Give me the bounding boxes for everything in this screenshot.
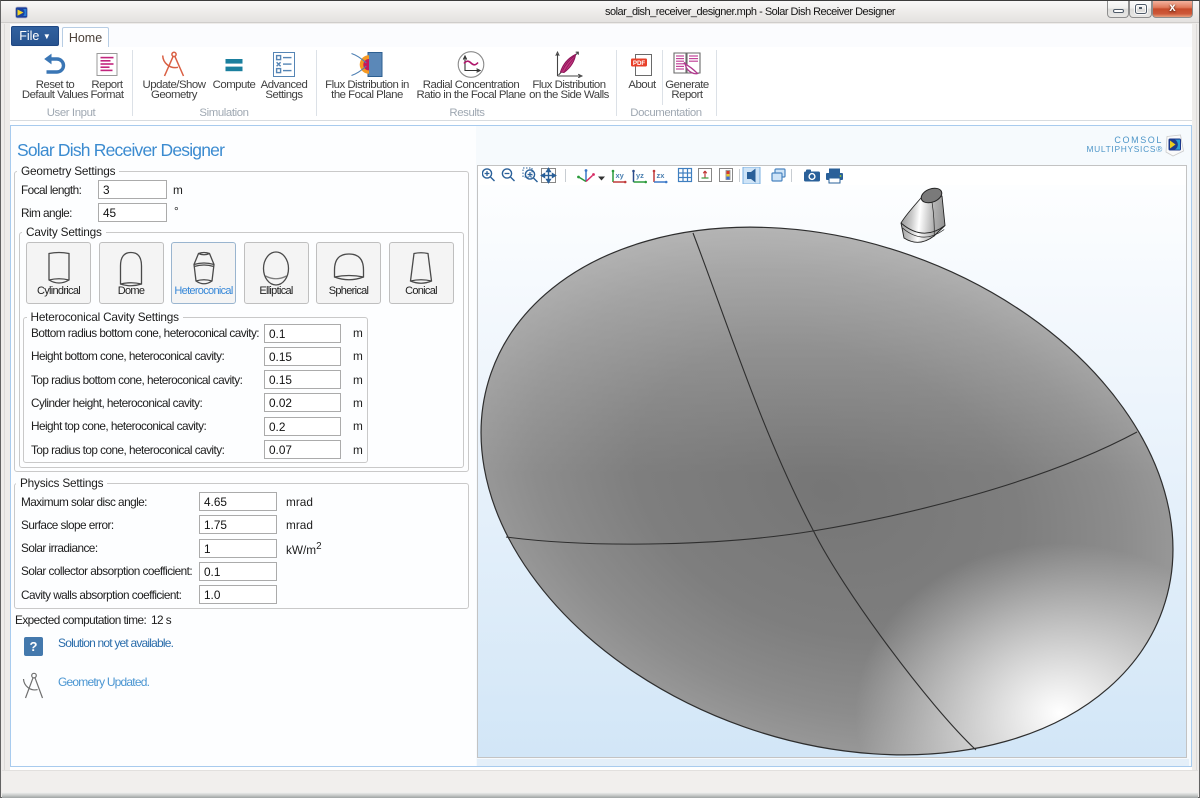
svg-text:xy: xy: [616, 171, 625, 180]
svg-text:zx: zx: [657, 171, 666, 180]
svg-text:yz: yz: [636, 171, 644, 180]
svg-text:PDF: PDF: [633, 60, 646, 67]
